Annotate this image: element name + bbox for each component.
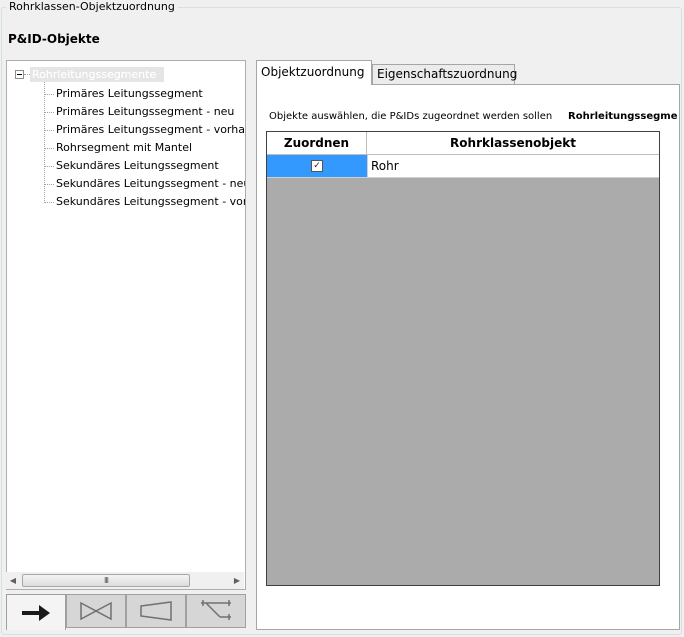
tree-item[interactable]: Sekundäres Leitungssegment xyxy=(44,157,219,175)
tree-item[interactable]: Sekundäres Leitungssegment - neu xyxy=(44,175,246,193)
scroll-track[interactable]: III xyxy=(20,572,230,589)
assign-cell[interactable]: ✓ xyxy=(267,155,367,177)
assign-checkbox[interactable]: ✓ xyxy=(311,160,323,172)
pipe-class-object-grid[interactable]: Zuordnen Rohrklassenobjekt ✓ Rohr xyxy=(266,131,660,586)
column-header-object[interactable]: Rohrklassenobjekt xyxy=(367,132,659,154)
object-mapping-page: Objekte auswählen, die P&IDs zugeordnet … xyxy=(256,84,680,630)
scroll-left-icon[interactable]: ◀ xyxy=(6,572,20,589)
section-title: P&ID-Objekte xyxy=(8,32,100,46)
tree-item-label: Sekundäres Leitungssegment - neu xyxy=(56,177,246,190)
grip-label: III xyxy=(103,576,109,585)
column-header-assign[interactable]: Zuordnen xyxy=(267,132,367,154)
tree-item-label: Rohrsegment mit Mantel xyxy=(56,141,193,154)
tree-item[interactable]: Primäres Leitungssegment - vorhanden xyxy=(44,121,245,139)
tree-item-label: Primäres Leitungssegment xyxy=(56,87,203,100)
valve-icon xyxy=(80,601,112,621)
tree-root-label[interactable]: Rohrleitungssegmente xyxy=(30,67,165,82)
tree-item-label: Sekundäres Leitungssegment xyxy=(56,159,219,172)
tab-pipe-lines[interactable] xyxy=(6,594,66,630)
tree-horizontal-scrollbar[interactable]: ◀ III ▶ xyxy=(6,572,244,589)
collapse-icon[interactable] xyxy=(15,70,24,79)
tree-item[interactable]: Rohrsegment mit Mantel xyxy=(44,139,192,157)
tab-objektzuordnung[interactable]: Objektzuordnung xyxy=(256,60,372,85)
tree-item[interactable]: Sekundäres Leitungssegment - vorhanden xyxy=(44,193,245,211)
mapping-description: Objekte auswählen, die P&IDs zugeordnet … xyxy=(269,111,553,122)
tab-reducers[interactable] xyxy=(126,594,186,628)
tree-item[interactable]: Primäres Leitungssegment xyxy=(44,85,203,103)
table-row[interactable]: ✓ Rohr xyxy=(267,155,659,178)
pid-object-tree[interactable]: Rohrleitungssegmente Primäres Leitungsse… xyxy=(6,60,246,590)
fitting-icon xyxy=(201,600,231,620)
scroll-thumb[interactable]: III xyxy=(22,574,190,587)
tree-root-item[interactable]: Rohrleitungssegmente xyxy=(15,67,165,82)
tree-item-label: Sekundäres Leitungssegment - vorhanden xyxy=(56,195,245,208)
selected-category-label: Rohrleitungssegmente xyxy=(568,111,678,122)
reducer-icon xyxy=(140,601,172,621)
object-cell[interactable]: Rohr xyxy=(367,155,659,177)
tree-item-label: Primäres Leitungssegment - neu xyxy=(56,105,235,118)
grid-header: Zuordnen Rohrklassenobjekt xyxy=(267,132,659,155)
tab-valves[interactable] xyxy=(66,594,126,628)
arrow-right-icon xyxy=(22,604,50,621)
tree-item-label: Primäres Leitungssegment - vorhanden xyxy=(56,123,245,136)
tree-item[interactable]: Primäres Leitungssegment - neu xyxy=(44,103,234,121)
scroll-right-icon[interactable]: ▶ xyxy=(230,572,244,589)
tab-eigenschaftszuordnung[interactable]: Eigenschaftszuordnung xyxy=(372,64,517,84)
group-title: Rohrklassen-Objektzuordnung xyxy=(6,0,178,14)
tab-fittings[interactable] xyxy=(186,594,246,628)
object-category-tabs xyxy=(6,594,246,630)
